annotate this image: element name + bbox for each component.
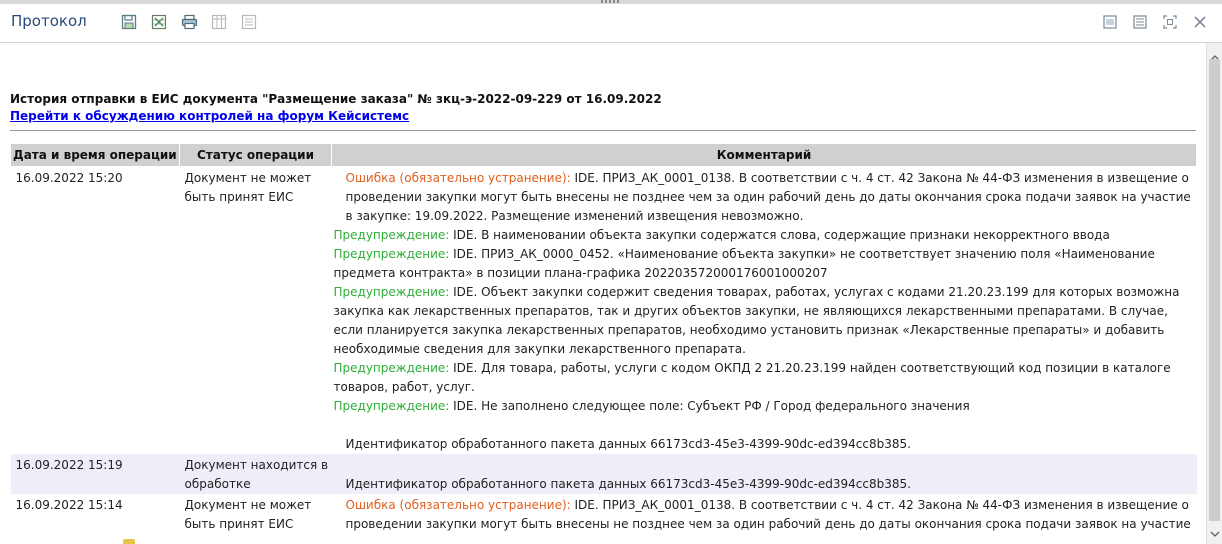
warning-label: Предупреждение: [333,399,450,413]
table-row[interactable]: 16.09.2022 15:19 Документ находится в об… [10,454,1197,494]
maximize-icon[interactable] [1161,13,1179,31]
table-view-icon[interactable] [210,13,228,31]
document-heading: История отправки в ЕИС документа "Размещ… [10,92,662,106]
scroll-down-icon[interactable] [1210,523,1220,542]
restore-icon[interactable] [1131,13,1149,31]
comment-entry: Предупреждение: IDE. В наименовании объе… [334,226,1195,245]
protocol-content: История отправки в ЕИС документа "Размещ… [8,43,1198,544]
cell-datetime: 16.09.2022 15:20 [15,171,123,185]
cell-status: Документ находится в обработке [179,454,332,494]
scrollbar-thumb[interactable] [1209,59,1220,521]
warning-label: Предупреждение: [333,247,450,261]
close-icon[interactable] [1191,13,1209,31]
forum-link[interactable]: Перейти к обсуждению контролей на форум … [10,109,409,123]
cell-datetime: 16.09.2022 15:19 [10,454,180,494]
save-icon[interactable] [120,13,138,31]
warning-label: Предупреждение: [333,285,450,299]
cell-comment: Ошибка (обязательно устранение): IDE. ПР… [332,494,1197,534]
export-excel-icon[interactable] [150,13,168,31]
comment-entry: Предупреждение: IDE. ПРИЗ_АК_0000_0452. … [334,245,1195,283]
print-icon[interactable] [180,13,198,31]
comment-entry: Ошибка (обязательно устранение): IDE. ПР… [334,496,1195,534]
comment-entry: Ошибка (обязательно устранение): IDE. ПР… [334,169,1195,226]
package-id-text: Идентификатор обработанного пакета данны… [345,477,911,491]
comment-text: IDE. Для товара, работы, услуги с кодом … [333,361,1171,394]
column-header-status[interactable]: Статус операции [179,143,332,167]
title-bar: Протокол [0,4,1222,43]
comment-entry: Предупреждение: IDE. Объект закупки соде… [334,283,1195,359]
vertical-scrollbar[interactable] [1206,43,1222,544]
column-header-comment[interactable]: Комментарий [331,143,1197,167]
divider [10,130,1196,131]
list-view-icon[interactable] [240,13,258,31]
error-label: Ошибка (обязательно устранение): [345,171,571,185]
cell-comment: Ошибка (обязательно устранение): IDE. ПР… [332,167,1197,455]
table-row[interactable]: 16.09.2022 15:14 Документ не может быть … [11,494,1197,534]
comment-text: IDE. Не заполнено следующее поле: Субъек… [449,399,970,413]
history-table: Дата и время операции Статус операции Ко… [10,143,1197,534]
folder-icon [123,539,135,544]
comment-text: IDE. Объект закупки содержит сведения то… [333,285,1180,356]
package-id-text: Идентификатор обработанного пакета данны… [345,437,911,451]
cell-comment: Идентификатор обработанного пакета данны… [331,454,1197,494]
table-row[interactable]: 16.09.2022 15:20 Документ не может быть … [11,167,1197,455]
warning-label: Предупреждение: [333,228,450,242]
cell-status: Документ не может быть принят ЕИС [184,498,312,531]
column-header-datetime[interactable]: Дата и время операции [10,143,180,167]
comment-entry: Предупреждение: IDE. Для товара, работы,… [334,359,1195,397]
cell-status: Документ не может быть принят ЕИС [184,171,312,204]
minimize-icon[interactable] [1101,13,1119,31]
cell-datetime: 16.09.2022 15:14 [15,498,123,512]
warning-label: Предупреждение: [333,361,450,375]
window-title: Протокол [11,12,87,30]
comment-text: IDE. В наименовании объекта закупки соде… [449,228,1110,242]
table-header-row: Дата и время операции Статус операции Ко… [10,143,1197,167]
comment-text: IDE. ПРИЗ_АК_0000_0452. «Наименование об… [333,247,1155,280]
error-label: Ошибка (обязательно устранение): [345,498,571,512]
comment-entry: Предупреждение: IDE. Не заполнено следую… [334,397,1195,416]
